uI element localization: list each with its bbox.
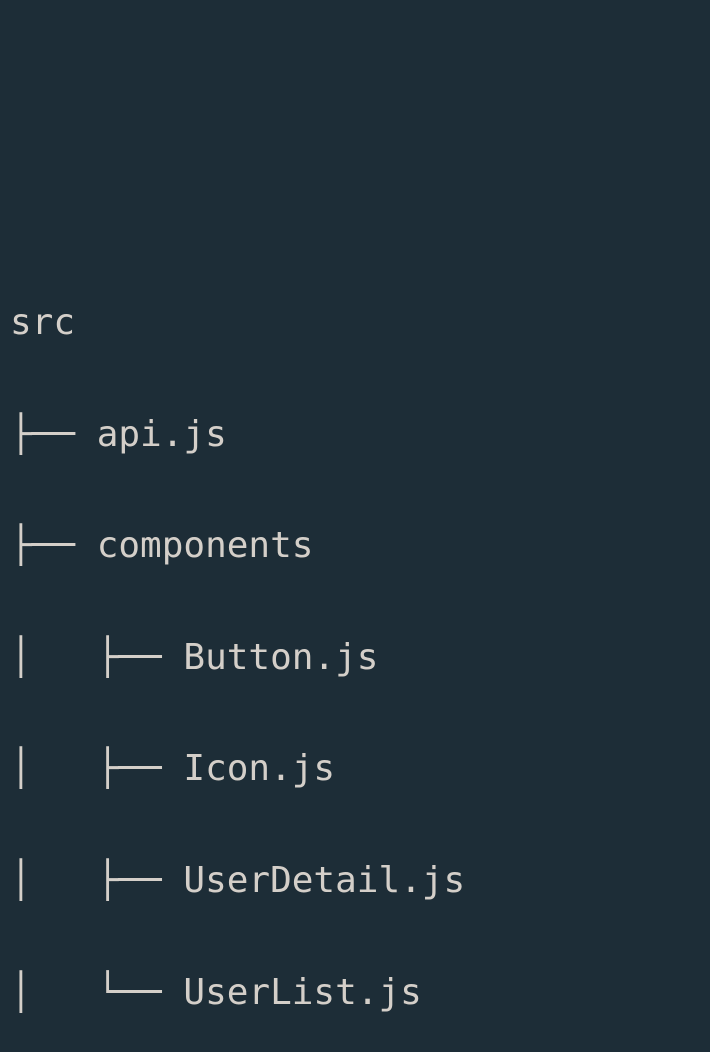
tree-item-api-js: ├── api.js (10, 407, 700, 463)
tree-item-userdetail-js: │ ├── UserDetail.js (10, 853, 700, 909)
tree-root: src (10, 295, 700, 351)
tree-folder-components: ├── components (10, 518, 700, 574)
tree-item-icon-js: │ ├── Icon.js (10, 741, 700, 797)
tree-item-button-js: │ ├── Button.js (10, 630, 700, 686)
tree-item-userlist-js: │ └── UserList.js (10, 965, 700, 1021)
file-tree: src ├── api.js ├── components │ ├── Butt… (10, 239, 700, 1052)
